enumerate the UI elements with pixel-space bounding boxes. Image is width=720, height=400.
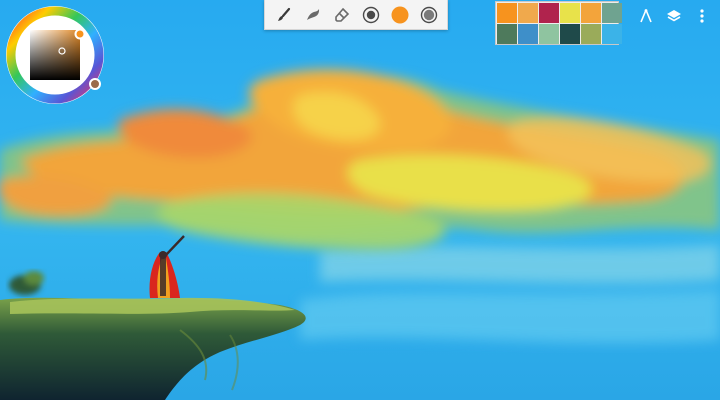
ruler-button[interactable]	[636, 6, 656, 26]
palette-swatch[interactable]	[560, 3, 580, 23]
palette-swatch[interactable]	[602, 3, 622, 23]
smudge-icon	[306, 8, 319, 20]
palette-swatch[interactable]	[518, 3, 538, 23]
palette-swatch[interactable]	[602, 24, 622, 44]
painting-canvas[interactable]	[0, 0, 720, 400]
palette-swatch[interactable]	[581, 3, 601, 23]
brush-tool[interactable]	[273, 4, 295, 26]
selected-color-indicator[interactable]	[89, 78, 101, 90]
palette-swatch[interactable]	[539, 3, 559, 23]
palette-swatch[interactable]	[497, 24, 517, 44]
color-dot-icon	[391, 6, 408, 23]
brush-icon	[277, 7, 290, 21]
layers-button[interactable]	[664, 6, 684, 26]
current-color-button[interactable]	[389, 4, 411, 26]
palette-swatch[interactable]	[518, 24, 538, 44]
smudge-tool[interactable]	[302, 4, 324, 26]
layers-icon	[667, 10, 681, 22]
tool-bar	[264, 0, 448, 30]
brush-size-button[interactable]	[360, 4, 382, 26]
more-vertical-icon	[700, 9, 704, 23]
palette-swatch[interactable]	[539, 24, 559, 44]
palette-swatch[interactable]	[497, 3, 517, 23]
eraser-icon	[334, 7, 349, 22]
palette-swatch[interactable]	[581, 24, 601, 44]
more-options-button[interactable]	[692, 6, 712, 26]
brush-size-icon	[362, 6, 379, 23]
eraser-tool[interactable]	[331, 4, 353, 26]
top-right-controls	[636, 6, 712, 26]
opacity-icon	[420, 6, 437, 23]
palette-swatch[interactable]	[560, 24, 580, 44]
hue-handle[interactable]	[74, 28, 86, 40]
ruler-icon	[640, 9, 652, 23]
color-wheel-picker[interactable]	[4, 4, 106, 106]
opacity-button[interactable]	[418, 4, 440, 26]
color-palette	[495, 1, 622, 45]
